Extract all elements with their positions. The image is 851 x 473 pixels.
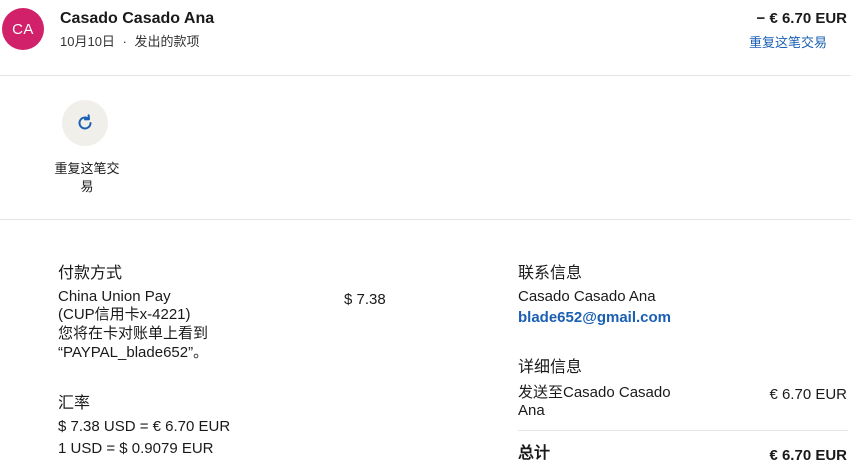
payment-method-name: China Union Pay	[58, 288, 171, 305]
transaction-details-page: CA Casado Casado Ana 10月10日 · 发出的款项 − € …	[0, 0, 851, 473]
contact-email-link[interactable]: blade652@gmail.com	[518, 309, 671, 326]
total-label: 总计	[518, 445, 551, 462]
transaction-amount: − € 6.70 EUR	[756, 10, 847, 27]
sent-to-label-cont: Ana	[518, 402, 545, 419]
counterparty-name: Casado Casado Ana	[60, 10, 215, 27]
subtitle-separator: ·	[122, 34, 127, 49]
transaction-date: 10月10日	[60, 34, 115, 49]
repeat-transaction-link[interactable]: 重复这笔交易	[749, 32, 827, 51]
statement-note: 您将在卡对账单上看到	[58, 325, 209, 342]
details-title: 详细信息	[518, 359, 583, 376]
statement-descriptor: “PAYPAL_blade652”。	[58, 344, 209, 361]
sent-amount: € 6.70 EUR	[769, 386, 847, 403]
action-bar: 重复这笔交易	[0, 76, 851, 220]
avatar: CA	[2, 8, 44, 50]
repeat-transaction-button[interactable]	[62, 100, 108, 146]
refresh-icon	[75, 113, 95, 133]
payment-method-title: 付款方式	[58, 265, 123, 282]
repeat-transaction-label: 重复这笔交易	[54, 161, 120, 194]
exchange-rate-value: 1 USD = $ 0.9079 EUR	[58, 440, 214, 457]
sent-to-label: 发送至Casado Casado	[518, 384, 671, 401]
details-divider	[518, 430, 848, 431]
exchange-conversion: $ 7.38 USD = € 6.70 EUR	[58, 418, 231, 435]
contact-info-title: 联系信息	[518, 265, 583, 282]
payment-card-info: (CUP信用卡x-4221)	[58, 306, 191, 323]
transaction-type: 发出的款项	[134, 34, 200, 49]
transaction-header: CA Casado Casado Ana 10月10日 · 发出的款项 − € …	[0, 0, 851, 76]
exchange-rate-title: 汇率	[58, 395, 91, 412]
contact-name: Casado Casado Ana	[518, 288, 656, 305]
total-amount: € 6.70 EUR	[769, 447, 847, 464]
payment-amount: $ 7.38	[344, 291, 386, 308]
transaction-subtitle: 10月10日 · 发出的款项	[60, 31, 200, 50]
